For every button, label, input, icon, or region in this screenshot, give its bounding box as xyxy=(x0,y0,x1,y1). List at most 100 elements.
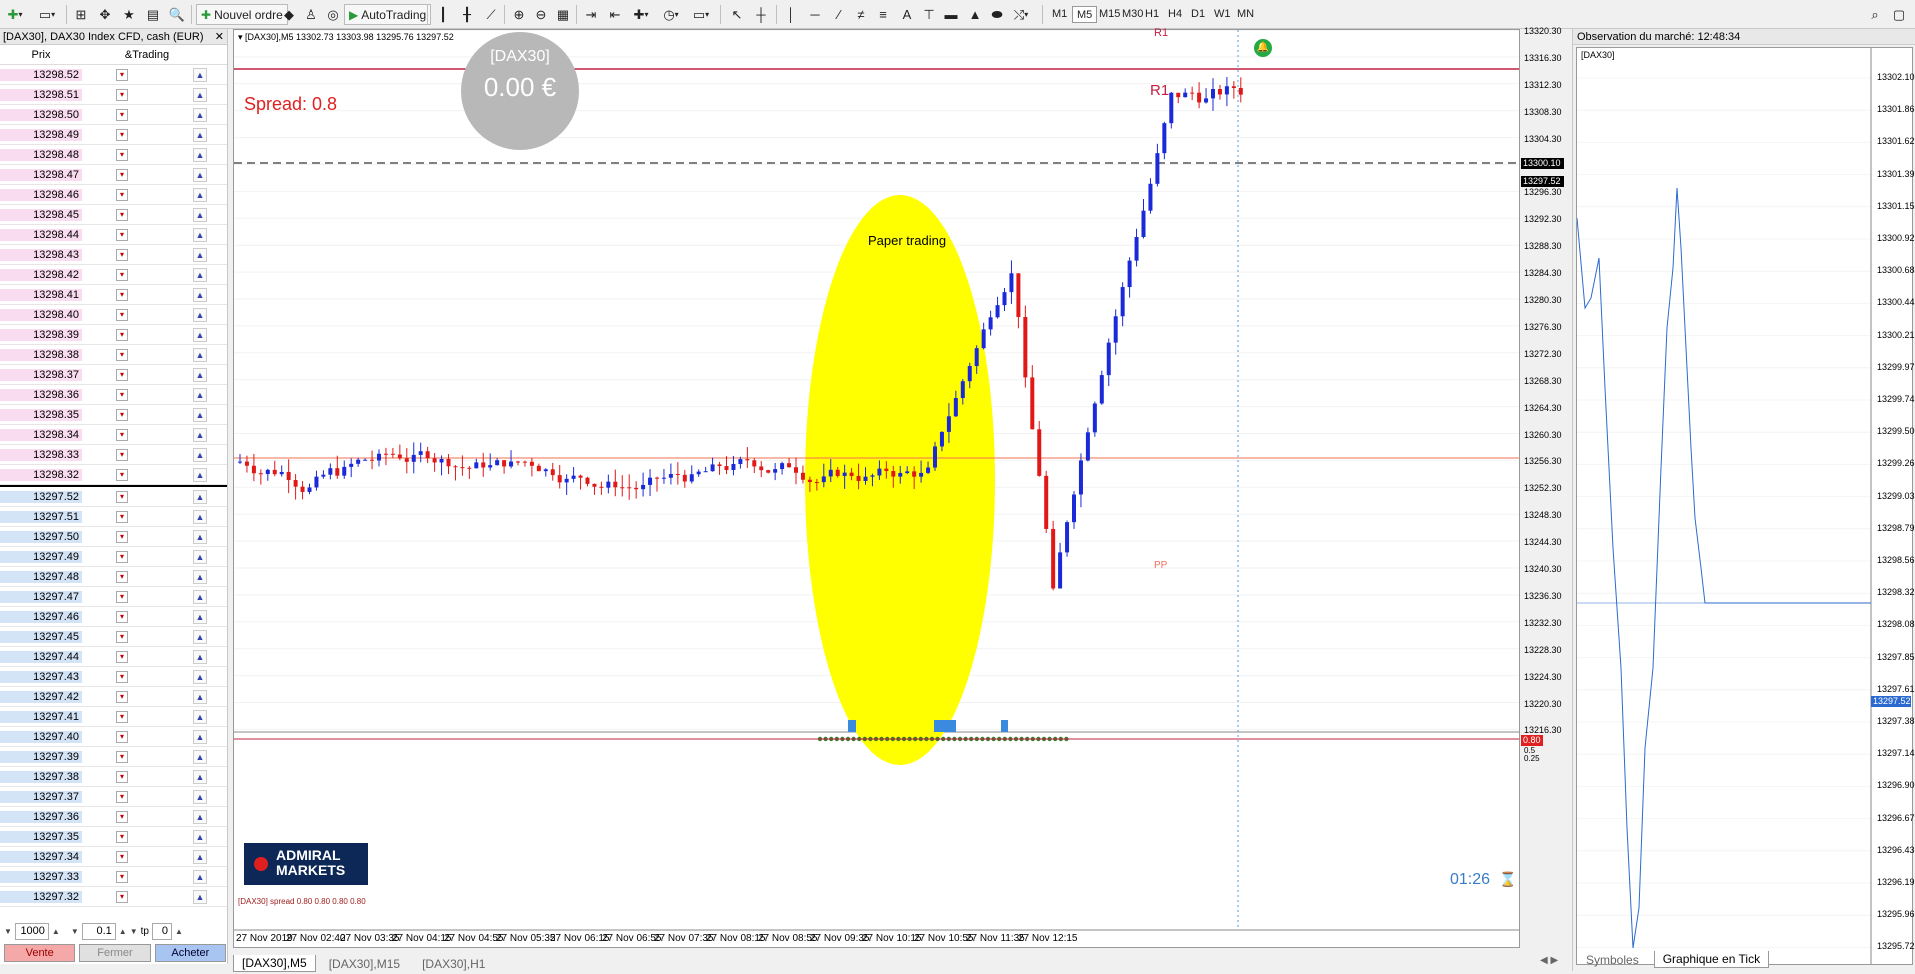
dom-dropdown-icon[interactable]: ▾ xyxy=(116,810,128,823)
volume-spinner-icon[interactable]: ▲ xyxy=(52,927,60,936)
indicators-icon[interactable]: ✚ ▾ xyxy=(630,4,652,25)
dom-buy-arrow-icon[interactable]: ▲ xyxy=(193,489,207,504)
dom-dropdown-icon[interactable]: ▾ xyxy=(116,570,128,583)
tab-chart-2[interactable]: [DAX30],H1 xyxy=(413,955,494,972)
dom-buy-arrow-icon[interactable]: ▲ xyxy=(193,67,207,82)
dom-dropdown-icon[interactable]: ▾ xyxy=(116,308,128,321)
dom-dropdown-icon[interactable]: ▾ xyxy=(116,68,128,81)
dom-buy-arrow-icon[interactable]: ▲ xyxy=(193,467,207,482)
dom-dropdown-icon[interactable]: ▾ xyxy=(116,750,128,763)
tab-tick-chart[interactable]: Graphique en Tick xyxy=(1653,950,1770,968)
dom-dropdown-icon[interactable]: ▾ xyxy=(116,148,128,161)
dom-dropdown-icon[interactable]: ▾ xyxy=(116,530,128,543)
dom-dropdown-icon[interactable]: ▾ xyxy=(116,510,128,523)
timeframe-m5[interactable]: M5 xyxy=(1072,6,1098,23)
main-chart[interactable]: ▾ [DAX30],M5 13302.73 13303.98 13295.76 … xyxy=(233,26,1564,948)
timeframe-h1[interactable]: H1 xyxy=(1141,6,1163,23)
dom-buy-arrow-icon[interactable]: ▲ xyxy=(193,247,207,262)
dom-buy-arrow-icon[interactable]: ▲ xyxy=(193,889,207,904)
dom-dropdown-icon[interactable]: ▾ xyxy=(116,830,128,843)
ellipse-icon[interactable]: ⬬ xyxy=(986,4,1008,25)
crosshair-icon[interactable]: ┼ xyxy=(750,4,772,25)
zoom-in-icon[interactable]: ⊕ xyxy=(508,4,530,25)
dom-dropdown-icon[interactable]: ▾ xyxy=(116,328,128,341)
dom-buy-arrow-icon[interactable]: ▲ xyxy=(193,589,207,604)
dom-buy-arrow-icon[interactable]: ▲ xyxy=(193,789,207,804)
close-icon[interactable]: ✕ xyxy=(215,29,224,45)
sell-button[interactable]: Vente xyxy=(4,944,76,962)
dom-dropdown-icon[interactable]: ▾ xyxy=(116,890,128,903)
dom-buy-arrow-icon[interactable]: ▲ xyxy=(193,829,207,844)
horizontal-line-icon[interactable]: ─ xyxy=(804,4,826,25)
fibonacci-icon[interactable]: ≡ xyxy=(872,4,894,25)
dom-buy-arrow-icon[interactable]: ▲ xyxy=(193,227,207,242)
tile-windows-icon[interactable]: ▦ xyxy=(552,4,574,25)
terminal-icon[interactable]: ▤ xyxy=(142,4,164,25)
buy-button[interactable]: Acheter xyxy=(154,944,226,962)
arrows-icon[interactable]: ⤭ ▾ xyxy=(1010,4,1032,25)
dom-dropdown-icon[interactable]: ▾ xyxy=(116,610,128,623)
dom-dropdown-icon[interactable]: ▾ xyxy=(116,268,128,281)
dom-dropdown-icon[interactable]: ▾ xyxy=(116,490,128,503)
dom-dropdown-icon[interactable]: ▾ xyxy=(116,790,128,803)
tp-up-icon[interactable]: ▲ xyxy=(175,927,183,936)
timeframe-h4[interactable]: H4 xyxy=(1164,6,1186,23)
tab-chart-0[interactable]: [DAX30],M5 xyxy=(233,955,316,972)
search-icon[interactable]: ⌕ xyxy=(1864,4,1886,25)
dom-dropdown-icon[interactable]: ▾ xyxy=(116,690,128,703)
dom-buy-arrow-icon[interactable]: ▲ xyxy=(193,769,207,784)
dom-buy-arrow-icon[interactable]: ▲ xyxy=(193,207,207,222)
trendline-icon[interactable]: ⁄ xyxy=(828,4,850,25)
dom-dropdown-icon[interactable]: ▾ xyxy=(116,208,128,221)
chart-menu-icon[interactable]: ▾ xyxy=(238,32,245,42)
timeframe-d1[interactable]: D1 xyxy=(1187,6,1209,23)
dom-dropdown-icon[interactable]: ▾ xyxy=(116,770,128,783)
dom-dropdown-icon[interactable]: ▾ xyxy=(116,248,128,261)
dom-buy-arrow-icon[interactable]: ▲ xyxy=(193,549,207,564)
dom-buy-arrow-icon[interactable]: ▲ xyxy=(193,187,207,202)
alert-bell-icon[interactable]: 🔔 xyxy=(1254,39,1272,57)
rectangle-icon[interactable]: ▬ xyxy=(940,4,962,25)
lot-up-icon[interactable]: ▲ xyxy=(119,927,127,936)
dom-dropdown-icon[interactable]: ▾ xyxy=(116,388,128,401)
chat-icon[interactable]: ▢ xyxy=(1888,4,1910,25)
meta-editor-icon[interactable]: ◆ xyxy=(278,4,300,25)
dom-dropdown-icon[interactable]: ▾ xyxy=(116,850,128,863)
close-button[interactable]: Fermer xyxy=(79,944,151,962)
new-chart-icon[interactable]: ✚ ▾ xyxy=(4,4,26,25)
autoscroll-icon[interactable]: ⇤ xyxy=(604,4,626,25)
market-watch-icon[interactable]: ⊞ xyxy=(70,4,92,25)
dom-buy-arrow-icon[interactable]: ▲ xyxy=(193,447,207,462)
tp-down-icon[interactable]: ▼ xyxy=(130,927,138,936)
dom-buy-arrow-icon[interactable]: ▲ xyxy=(193,287,207,302)
dom-dropdown-icon[interactable]: ▾ xyxy=(116,368,128,381)
dom-buy-arrow-icon[interactable]: ▲ xyxy=(193,689,207,704)
tester-icon[interactable]: 🔍 xyxy=(166,4,188,25)
dom-buy-arrow-icon[interactable]: ▲ xyxy=(193,569,207,584)
dom-buy-arrow-icon[interactable]: ▲ xyxy=(193,629,207,644)
lot-down-icon[interactable]: ▼ xyxy=(71,927,79,936)
candlestick-icon[interactable]: ╂ xyxy=(456,4,478,25)
dom-buy-arrow-icon[interactable]: ▲ xyxy=(193,147,207,162)
dom-buy-arrow-icon[interactable]: ▲ xyxy=(193,167,207,182)
tp-input[interactable]: 0 xyxy=(151,922,172,940)
dom-dropdown-icon[interactable]: ▾ xyxy=(116,550,128,563)
tab-chart-1[interactable]: [DAX30],M15 xyxy=(320,955,409,972)
dom-dropdown-icon[interactable]: ▾ xyxy=(116,670,128,683)
dom-buy-arrow-icon[interactable]: ▲ xyxy=(193,407,207,422)
dom-buy-arrow-icon[interactable]: ▲ xyxy=(193,127,207,142)
volume-down-icon[interactable]: ▼ xyxy=(4,927,12,936)
dom-buy-arrow-icon[interactable]: ▲ xyxy=(193,749,207,764)
text-icon[interactable]: A xyxy=(896,4,918,25)
dom-buy-arrow-icon[interactable]: ▲ xyxy=(193,267,207,282)
dom-buy-arrow-icon[interactable]: ▲ xyxy=(193,367,207,382)
dom-dropdown-icon[interactable]: ▾ xyxy=(116,408,128,421)
dom-dropdown-icon[interactable]: ▾ xyxy=(116,348,128,361)
dom-dropdown-icon[interactable]: ▾ xyxy=(116,730,128,743)
line-chart-icon[interactable]: ⟋ xyxy=(480,4,502,25)
dom-buy-arrow-icon[interactable]: ▲ xyxy=(193,327,207,342)
timeframe-w1[interactable]: W1 xyxy=(1210,6,1235,23)
autotrading-button[interactable]: ▶ AutoTrading xyxy=(344,4,432,25)
dom-dropdown-icon[interactable]: ▾ xyxy=(116,228,128,241)
dom-buy-arrow-icon[interactable]: ▲ xyxy=(193,107,207,122)
